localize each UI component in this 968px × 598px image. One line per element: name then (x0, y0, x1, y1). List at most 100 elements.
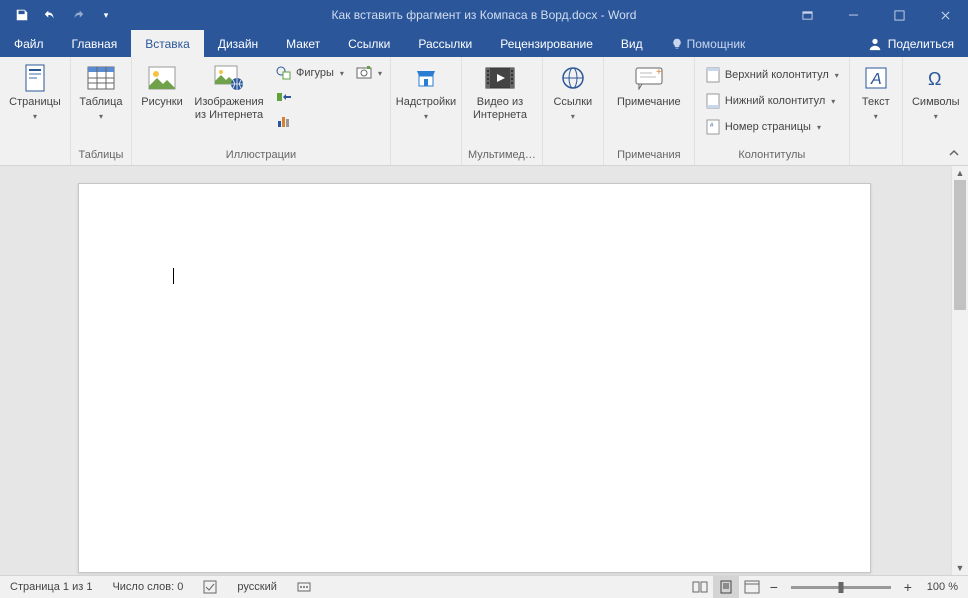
footer-button[interactable]: Нижний колонтитул▾ (701, 90, 843, 112)
online-picture-icon (213, 62, 245, 94)
word-count-status[interactable]: Число слов: 0 (102, 576, 193, 598)
scroll-up-button[interactable]: ▲ (952, 166, 968, 180)
tab-home[interactable]: Главная (58, 30, 132, 57)
status-right: − + 100 % (687, 576, 968, 598)
screenshot-button[interactable]: ▾ (352, 62, 384, 84)
links-label: Ссылки (553, 96, 592, 109)
minimize-button[interactable] (830, 0, 876, 30)
page-viewport[interactable] (0, 166, 951, 575)
tab-design[interactable]: Дизайн (204, 30, 272, 57)
tab-mailings[interactable]: Рассылки (404, 30, 486, 57)
group-comments: + Примечание Примечания (604, 57, 695, 165)
macro-icon (297, 580, 311, 594)
zoom-out-button[interactable]: − (765, 576, 783, 598)
zoom-handle[interactable] (838, 582, 843, 593)
lightbulb-icon (671, 38, 683, 50)
zoom-slider[interactable] (791, 586, 891, 589)
zoom-in-button[interactable]: + (899, 576, 917, 598)
ribbon-display-options-button[interactable] (784, 0, 830, 30)
smartart-button[interactable] (272, 86, 348, 108)
tab-file[interactable]: Файл (0, 30, 58, 57)
qat-customize-button[interactable]: ▾ (94, 3, 118, 27)
page-count-status[interactable]: Страница 1 из 1 (0, 576, 102, 598)
shapes-icon (276, 65, 292, 81)
close-button[interactable] (922, 0, 968, 30)
scroll-down-button[interactable]: ▼ (952, 561, 968, 575)
pictures-label: Рисунки (141, 96, 183, 109)
addins-button[interactable]: Надстройки▾ (397, 60, 455, 125)
tab-review[interactable]: Рецензирование (486, 30, 607, 57)
video-icon (484, 62, 516, 94)
vertical-scrollbar[interactable]: ▲ ▼ (951, 166, 968, 575)
group-illustrations-label: Иллюстрации (138, 147, 384, 163)
group-headerfooter: Верхний колонтитул▾ Нижний колонтитул▾ #… (695, 57, 850, 165)
table-button[interactable]: Таблица▾ (77, 60, 125, 125)
group-media-label: Мультимед… (468, 147, 536, 163)
share-button[interactable]: Поделиться (854, 30, 968, 57)
page-number-icon: # (705, 119, 721, 135)
spellcheck-status[interactable] (193, 576, 227, 598)
links-button[interactable]: Ссылки▾ (549, 60, 597, 125)
pages-button[interactable]: Страницы▾ (6, 60, 64, 125)
comment-button[interactable]: + Примечание (610, 60, 688, 111)
smartart-icon (276, 89, 292, 105)
language-status[interactable]: русский (227, 576, 286, 598)
group-pages: Страницы▾ (0, 57, 71, 165)
text-button[interactable]: A Текст▾ (856, 60, 896, 125)
tell-me-button[interactable]: Помощник (657, 30, 760, 57)
undo-button[interactable] (38, 3, 62, 27)
page-icon (19, 62, 51, 94)
macro-status[interactable] (287, 576, 321, 598)
online-video-button[interactable]: Видео из Интернета (468, 60, 532, 124)
person-icon (868, 37, 882, 51)
online-pictures-label: Изображения из Интернета (192, 96, 266, 122)
picture-icon (146, 62, 178, 94)
comment-label: Примечание (617, 96, 681, 109)
print-layout-button[interactable] (713, 576, 739, 598)
footer-icon (705, 93, 721, 109)
web-layout-button[interactable] (739, 576, 765, 598)
symbols-button[interactable]: Ω Символы▾ (909, 60, 963, 125)
header-icon (705, 67, 721, 83)
tab-view[interactable]: Вид (607, 30, 657, 57)
shapes-label: Фигуры (296, 67, 334, 79)
document-area: ▲ ▼ (0, 166, 968, 575)
group-media: Видео из Интернета Мультимед… (462, 57, 543, 165)
ribbon: Страницы▾ Таблица▾ Таблицы Рисунки Изобр… (0, 57, 968, 166)
online-pictures-button[interactable]: Изображения из Интернета (190, 60, 268, 124)
table-icon (85, 62, 117, 94)
app-name: Word (608, 8, 636, 22)
addins-label: Надстройки (396, 96, 456, 109)
zoom-value[interactable]: 100 % (917, 581, 968, 593)
collapse-ribbon-button[interactable] (946, 145, 962, 161)
tab-layout[interactable]: Макет (272, 30, 334, 57)
ribbon-tabs: Файл Главная Вставка Дизайн Макет Ссылки… (0, 30, 968, 57)
scroll-thumb[interactable] (954, 180, 966, 310)
group-illustrations: Рисунки Изображения из Интернета Фигуры▾ (132, 57, 391, 165)
save-button[interactable] (10, 3, 34, 27)
shapes-button[interactable]: Фигуры▾ (272, 62, 348, 84)
svg-text:A: A (870, 71, 882, 88)
chart-button[interactable] (272, 110, 348, 132)
link-icon (557, 62, 589, 94)
group-links-label (549, 147, 597, 163)
tab-insert[interactable]: Вставка (131, 30, 204, 57)
document-page[interactable] (78, 183, 871, 573)
redo-button[interactable] (66, 3, 90, 27)
group-pages-label (6, 147, 64, 163)
group-comments-label: Примечания (610, 147, 688, 163)
read-mode-button[interactable] (687, 576, 713, 598)
table-label: Таблица (79, 96, 122, 109)
group-addins: Надстройки▾ (391, 57, 462, 165)
page-number-button[interactable]: # Номер страницы▾ (701, 116, 843, 138)
screenshot-icon (356, 65, 372, 81)
pictures-button[interactable]: Рисунки (138, 60, 186, 111)
comment-icon: + (633, 62, 665, 94)
pages-label: Страницы (9, 96, 61, 109)
group-tables: Таблица▾ Таблицы (71, 57, 132, 165)
maximize-button[interactable] (876, 0, 922, 30)
store-icon (410, 62, 442, 94)
header-button[interactable]: Верхний колонтитул▾ (701, 64, 843, 86)
group-headerfooter-label: Колонтитулы (701, 147, 843, 163)
tab-references[interactable]: Ссылки (334, 30, 404, 57)
